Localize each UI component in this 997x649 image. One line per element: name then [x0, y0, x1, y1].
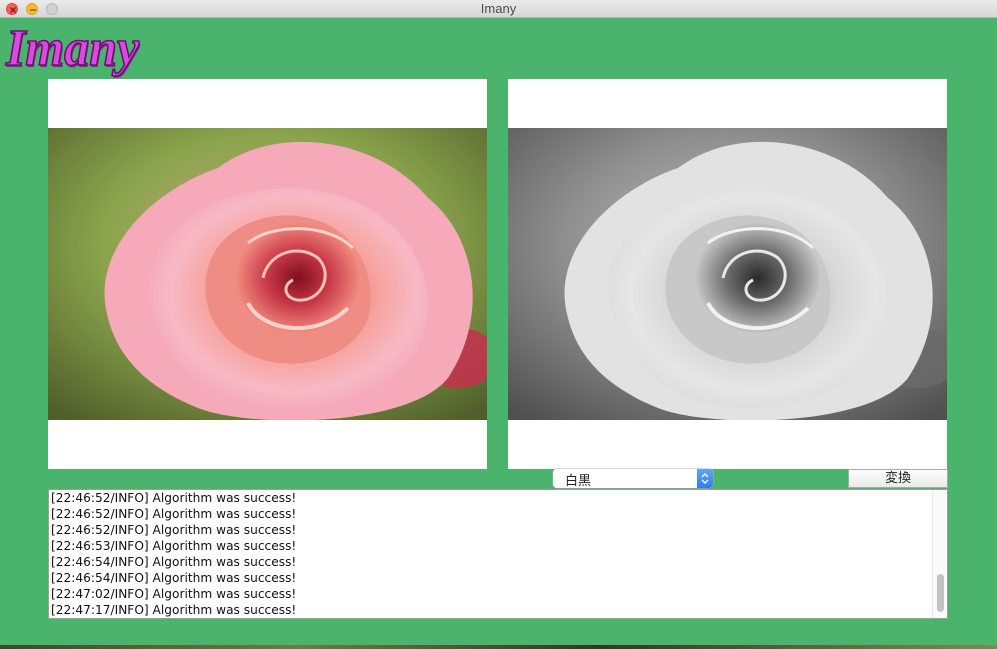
mode-select-value: 白黒 [565, 474, 592, 489]
converted-image [508, 128, 947, 420]
log-line: [22:47:17/INFO] Algorithm was success! [51, 603, 297, 617]
log-line: [22:46:52/INFO] Algorithm was success! [51, 491, 297, 505]
log-line: [22:46:52/INFO] Algorithm was success! [51, 507, 297, 521]
rose-grayscale-photo [508, 128, 947, 420]
log-line: [22:47:02/INFO] Algorithm was success! [51, 587, 297, 601]
log-line: [22:46:54/INFO] Algorithm was success! [51, 555, 297, 569]
log-line: [22:46:52/INFO] Algorithm was success! [51, 523, 297, 537]
log-line: [22:46:54/INFO] Algorithm was success! [51, 571, 297, 585]
log-area[interactable]: [22:46:52/INFO] Algorithm was success! [… [48, 489, 948, 619]
app-window: Imany Imany 白黒 変換 [22:46:52/INFO] Algori… [0, 0, 997, 649]
log-list: [22:46:52/INFO] Algorithm was success! [… [51, 490, 296, 618]
select-arrows-icon [697, 469, 713, 488]
log-scrollbar-thumb[interactable] [937, 574, 944, 612]
window-title: Imany [480, 1, 517, 16]
converted-image-panel [508, 79, 947, 469]
mode-select[interactable]: 白黒 [553, 469, 713, 489]
convert-button[interactable]: 変換 [848, 469, 948, 488]
desktop-background-strip [0, 645, 997, 649]
original-image-panel [48, 79, 487, 469]
rose-color-photo [48, 128, 487, 420]
app-logo: Imany [5, 19, 140, 78]
log-scrollbar[interactable] [932, 490, 947, 618]
title-bar[interactable]: Imany [0, 0, 997, 18]
original-image [48, 128, 487, 420]
log-line: [22:46:53/INFO] Algorithm was success! [51, 539, 297, 553]
